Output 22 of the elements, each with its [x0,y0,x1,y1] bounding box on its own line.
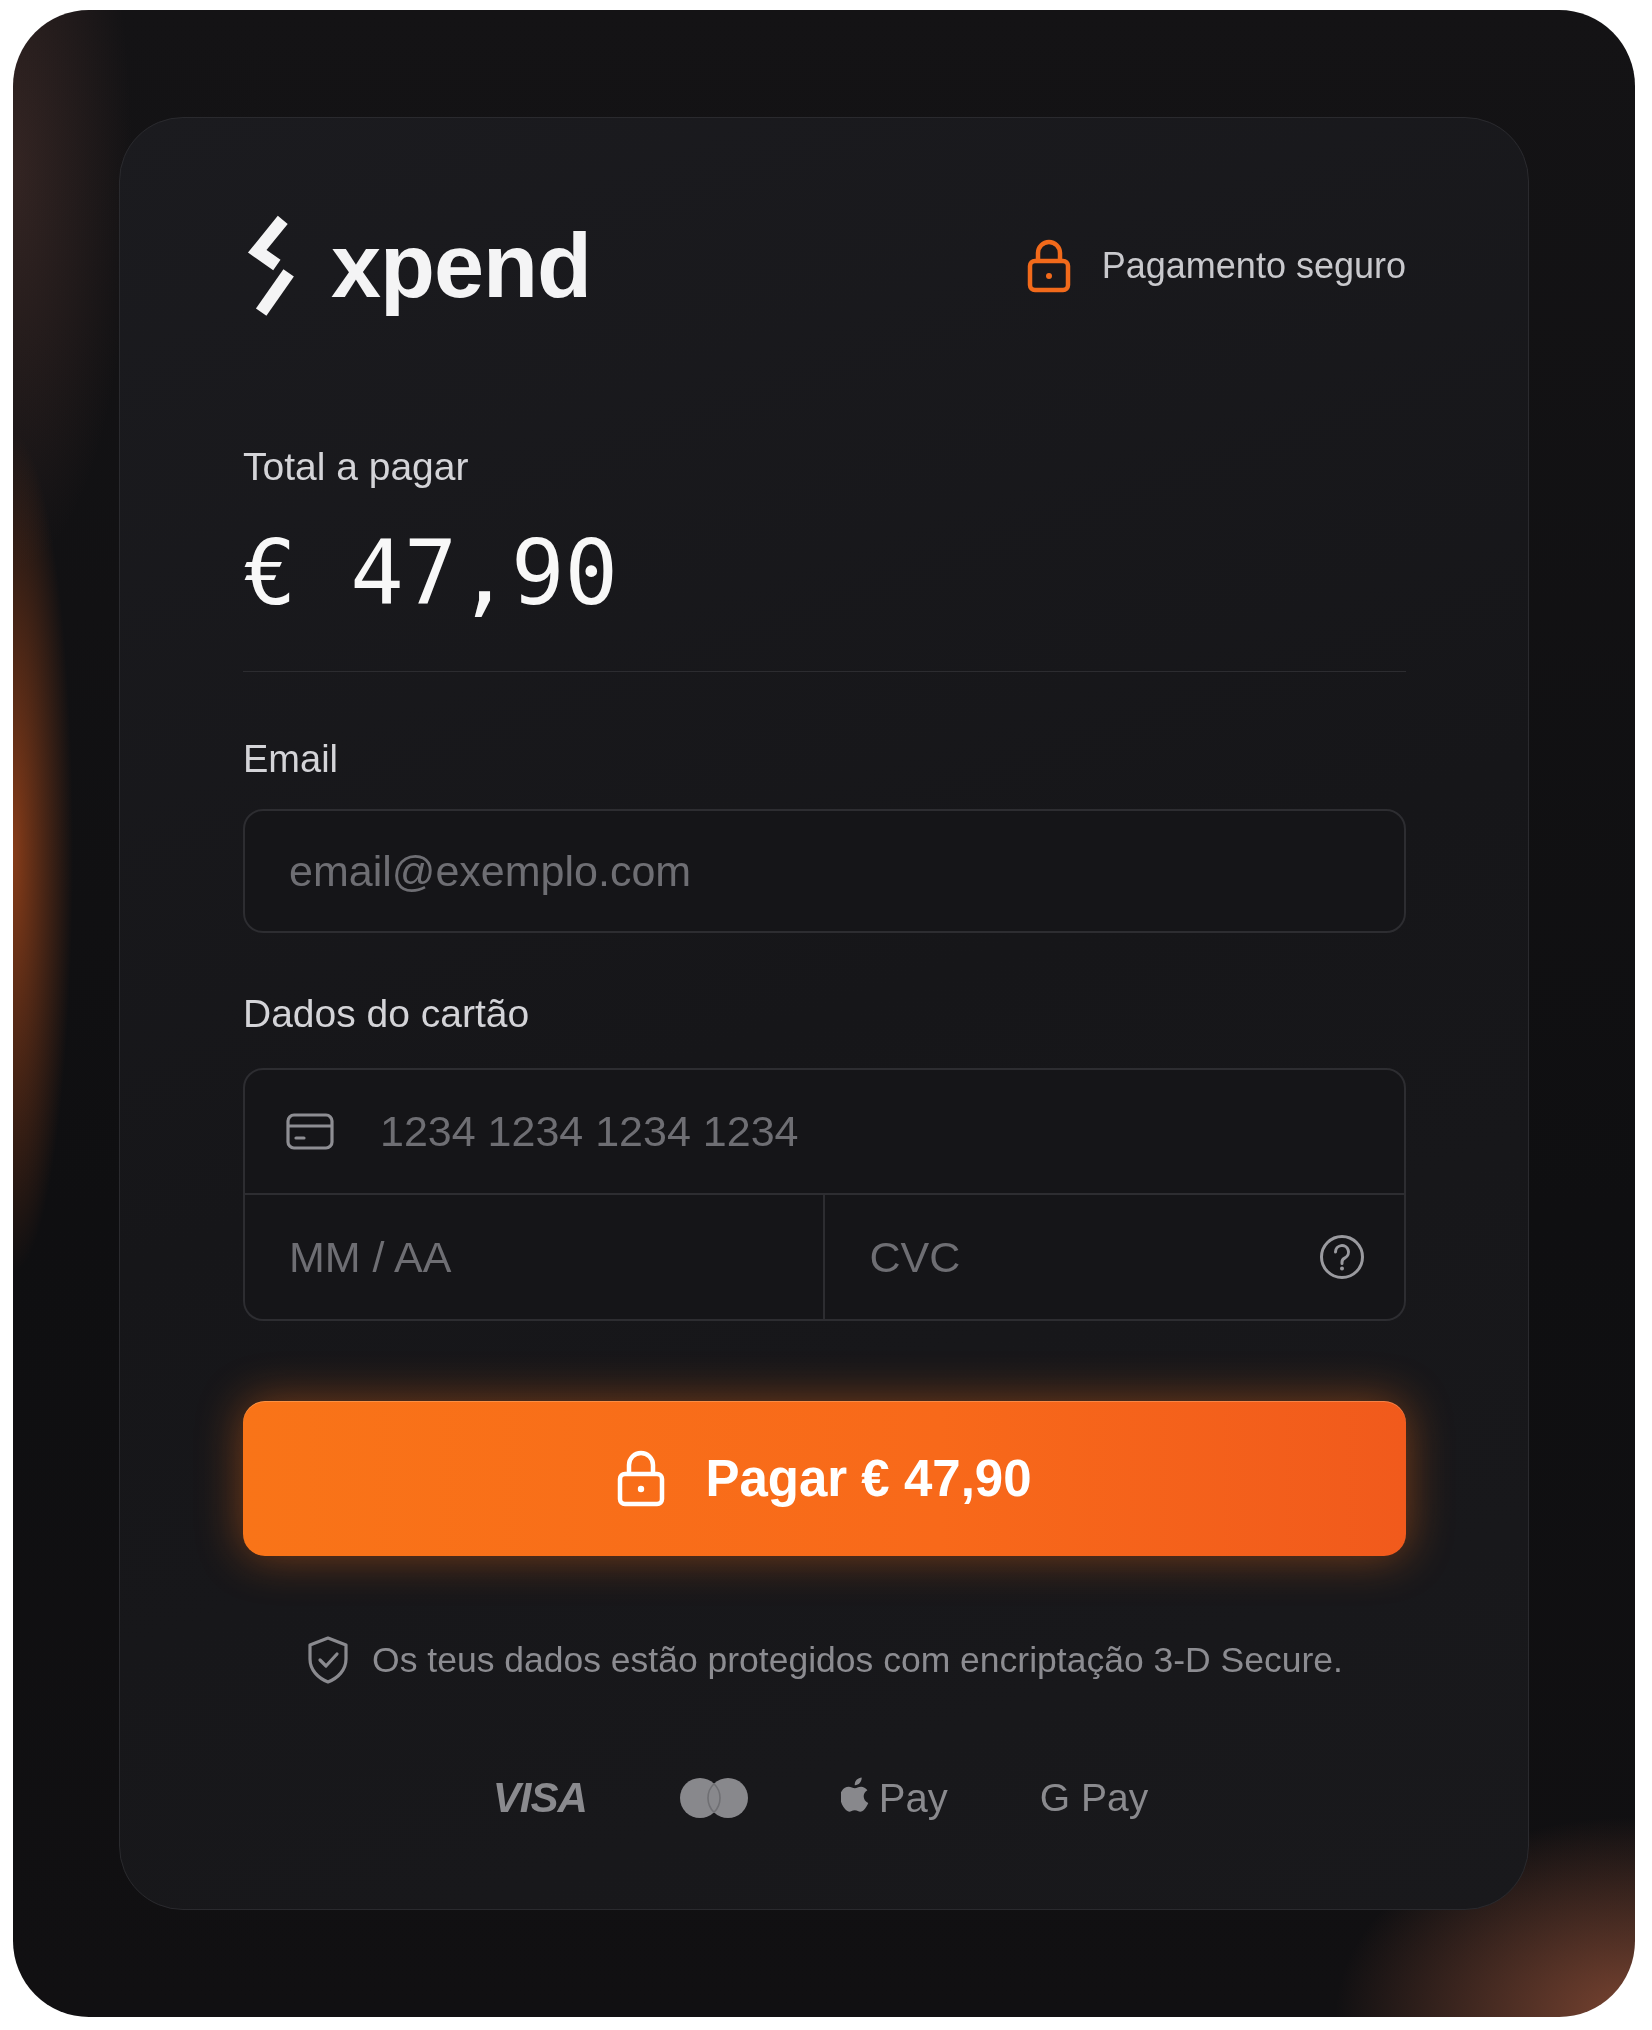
secure-payment-label: Pagamento seguro [1101,244,1406,288]
total-label: Total a pagar [243,445,469,489]
card-number-field[interactable]: 1234 1234 1234 1234 [243,1068,1406,1195]
security-note: Os teus dados estão protegidos com encriptação 3-D Secure. [372,1639,1343,1682]
credit-card-icon [286,1113,334,1150]
apple-icon [840,1777,871,1813]
shield-check-icon [306,1635,351,1685]
logo-wordmark: xpend [331,215,592,318]
card-details-label: Dados do cartão [243,992,530,1036]
lock-icon [617,1450,666,1507]
overlapping-circles-icon [678,1777,749,1819]
email-label: Email [243,737,339,781]
total-amount: € 47,90 [243,520,619,627]
g-pay-label: G Pay [1039,1775,1149,1821]
visa-logo: VISA [492,1773,587,1823]
pay-button[interactable]: Pagar € 47,90 [243,1401,1406,1556]
expiry-field[interactable]: MM / AA [243,1195,825,1321]
email-field[interactable]: email@exemplo.com [243,809,1406,933]
cvc-field[interactable]: CVC [824,1195,1406,1321]
help-icon[interactable] [1319,1234,1365,1280]
lock-icon [1026,239,1071,293]
pay-label: Pay [878,1775,948,1822]
